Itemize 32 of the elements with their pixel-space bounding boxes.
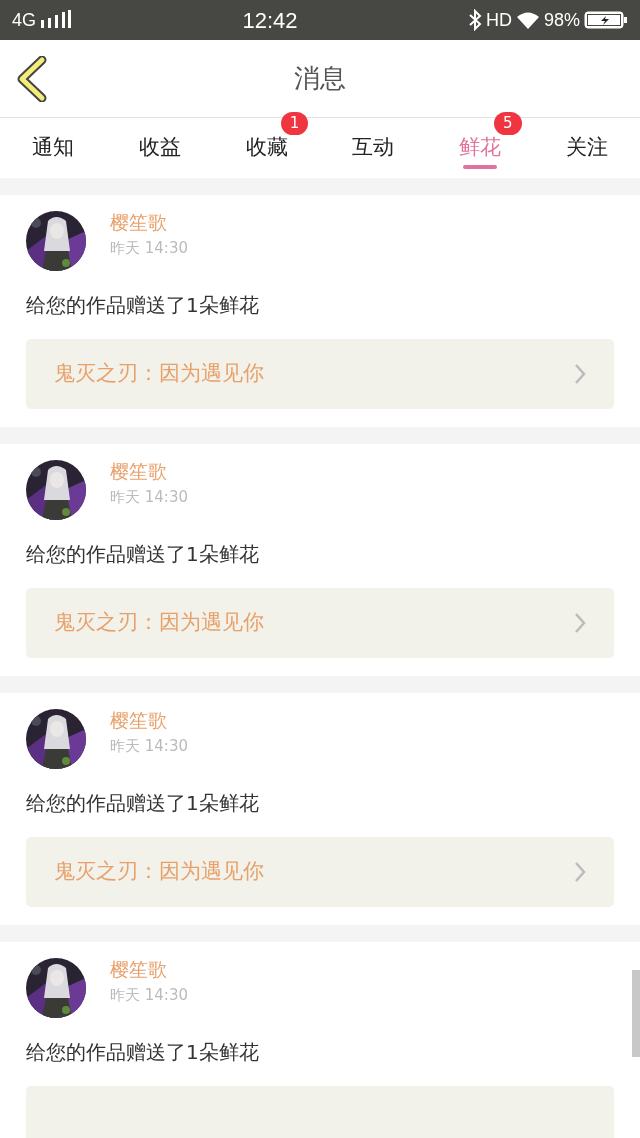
- timestamp: 昨天 14:30: [110, 238, 188, 259]
- user-name: 樱笙歌: [110, 460, 168, 482]
- tab-indicator: [463, 165, 497, 169]
- hd-label: HD: [485, 8, 512, 32]
- user-name: 樱笙歌: [110, 958, 168, 980]
- clock: 12:42: [242, 6, 298, 35]
- chevron-right-icon: [574, 612, 586, 634]
- message-text: 给您的作品赠送了1朵鲜花: [26, 1039, 260, 1066]
- user-name: 樱笙歌: [110, 709, 168, 731]
- timestamp: 昨天 14:30: [110, 985, 188, 1006]
- message-text: 给您的作品赠送了1朵鲜花: [26, 292, 260, 319]
- bluetooth-icon: [467, 9, 482, 31]
- battery-label: 98%: [543, 8, 580, 32]
- tab[interactable]: 通知: [32, 118, 75, 178]
- count-badge: 5: [494, 112, 522, 135]
- timestamp: 昨天 14:30: [110, 736, 188, 757]
- page-title: 消息: [294, 62, 346, 95]
- network-label: 4G: [12, 8, 36, 32]
- user-name: 樱笙歌: [110, 211, 168, 233]
- message-text: 给您的作品赠送了1朵鲜花: [26, 541, 260, 568]
- timestamp: 昨天 14:30: [110, 487, 188, 508]
- wifi-icon: [515, 11, 540, 29]
- tab[interactable]: 关注: [565, 118, 608, 178]
- count-badge: 1: [280, 112, 309, 135]
- message-text: 给您的作品赠送了1朵鲜花: [26, 790, 260, 817]
- tab[interactable]: 互动: [352, 118, 395, 178]
- chevron-right-icon: [574, 363, 586, 385]
- battery-icon: [584, 10, 628, 30]
- signal-icon: [40, 10, 72, 30]
- chevron-right-icon: [574, 861, 586, 883]
- tab[interactable]: 收益: [139, 118, 181, 178]
- back-button[interactable]: [16, 56, 48, 102]
